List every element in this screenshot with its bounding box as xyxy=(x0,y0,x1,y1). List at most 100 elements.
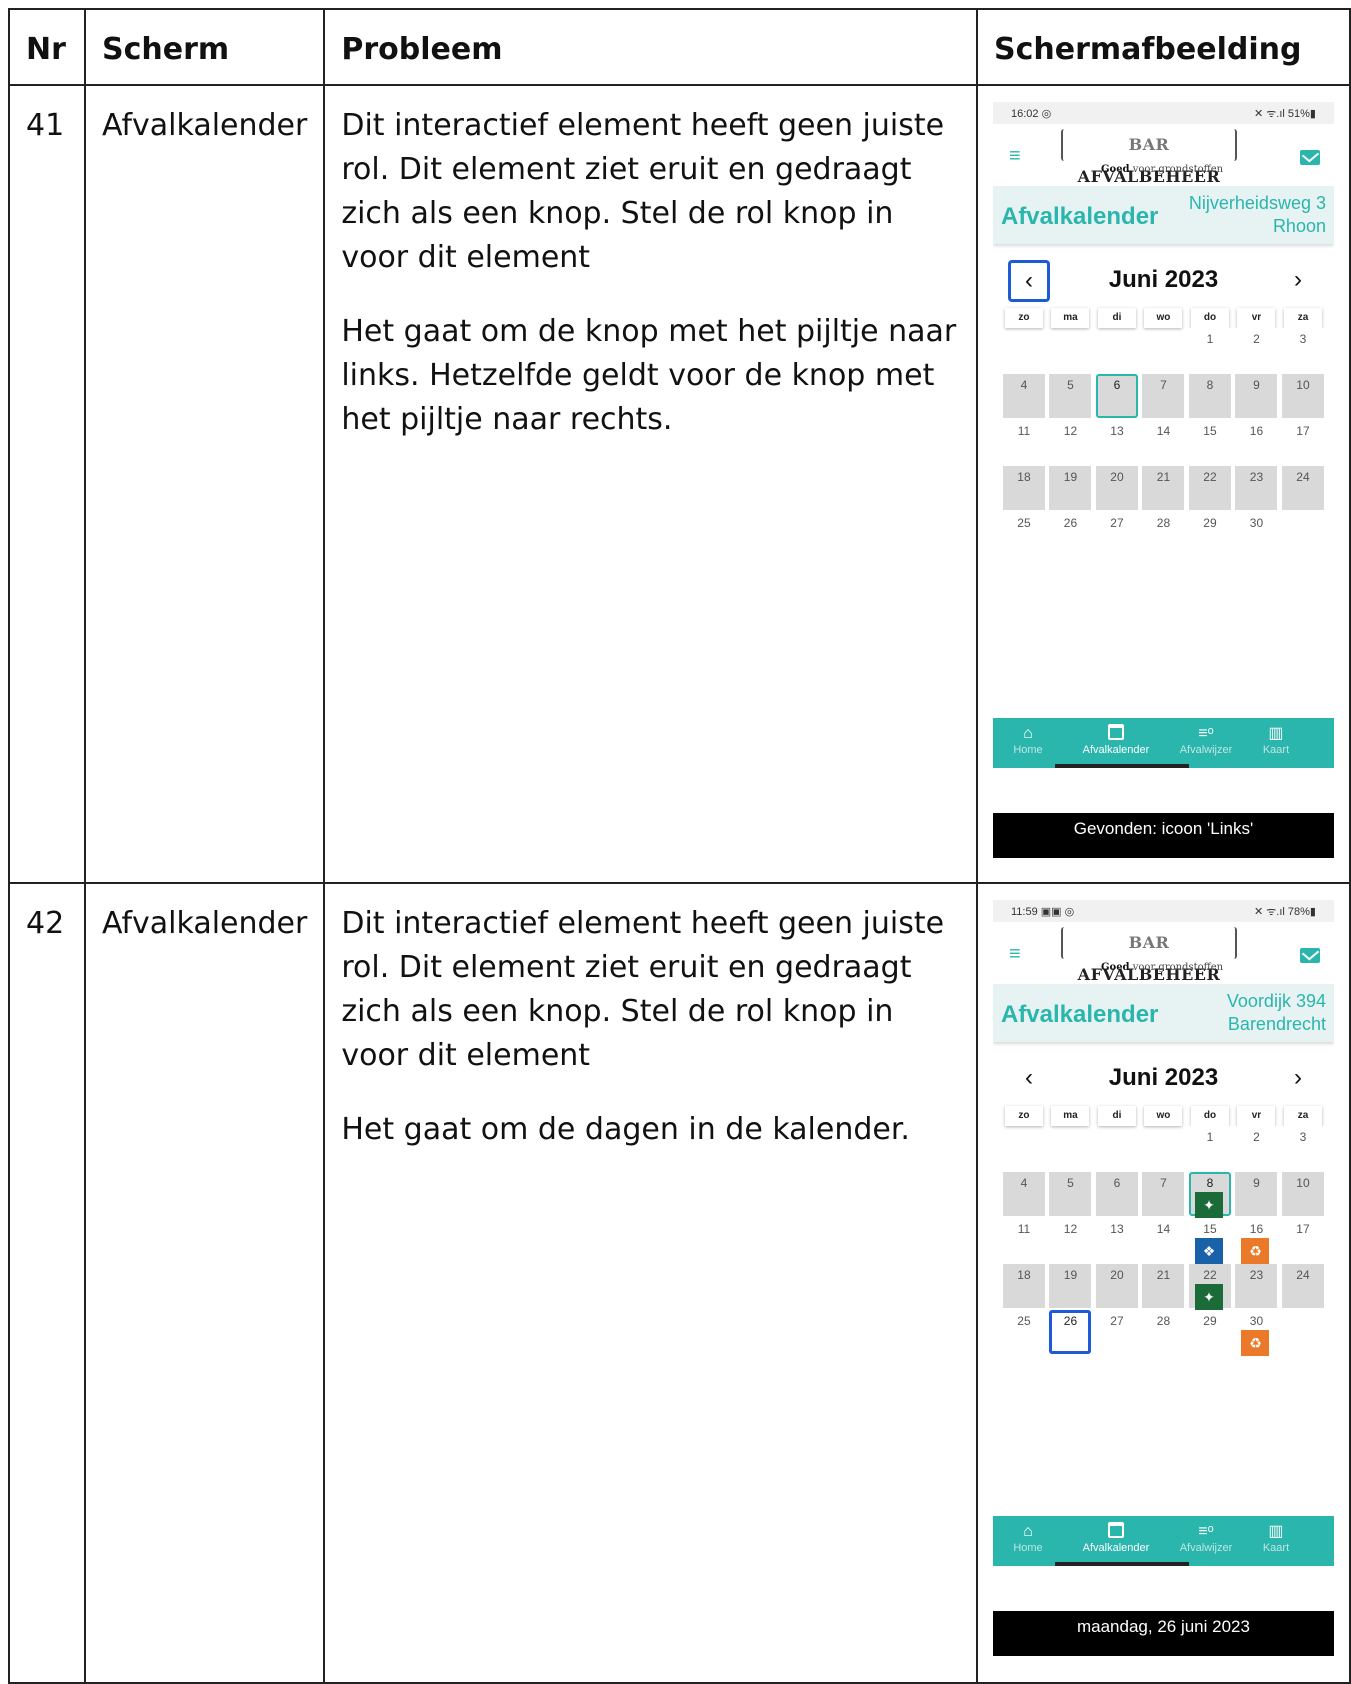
menu-icon[interactable]: ≡ xyxy=(1009,146,1021,166)
calendar-day[interactable]: 8 ✦ xyxy=(1188,1172,1231,1218)
row-nr: 42 xyxy=(8,882,86,1684)
calendar-day[interactable]: 21 xyxy=(1142,466,1185,510)
weekday-header: wo xyxy=(1144,308,1183,328)
calendar-day[interactable]: 3 xyxy=(1281,328,1324,372)
nav-home[interactable]: ⌂ Home xyxy=(993,1522,1063,1554)
calendar-day[interactable]: 29 xyxy=(1188,1310,1231,1354)
calendar-day[interactable]: 22 xyxy=(1188,466,1231,510)
map-icon: ▥ xyxy=(1268,1523,1284,1540)
menu-icon[interactable]: ≡ xyxy=(1009,944,1021,964)
nav-kaart[interactable]: ▥ Kaart xyxy=(1241,724,1311,756)
calendar-day[interactable]: 1 xyxy=(1188,328,1231,372)
calendar-day[interactable]: 5 xyxy=(1049,1172,1092,1216)
weekday-header: vr xyxy=(1237,1106,1276,1126)
calendar-day[interactable]: 13 xyxy=(1095,420,1138,464)
calendar-day[interactable]: 4 xyxy=(1002,1172,1045,1216)
calendar-day[interactable]: 15 ❖ xyxy=(1188,1218,1231,1264)
nav-indicator xyxy=(1054,1562,1189,1566)
calendar-day[interactable]: 24 xyxy=(1281,1264,1324,1308)
calendar-day[interactable]: 9 xyxy=(1235,374,1278,418)
calendar-day[interactable]: 11 xyxy=(1002,1218,1045,1262)
calendar-day[interactable]: 11 xyxy=(1002,420,1045,464)
gft-icon: ✦ xyxy=(1194,1284,1223,1310)
next-month-button[interactable]: › xyxy=(1277,1058,1319,1100)
calendar-day[interactable]: 6 xyxy=(1095,374,1138,418)
calendar-day[interactable]: 24 xyxy=(1281,466,1324,510)
calendar-day[interactable]: 16 xyxy=(1235,420,1278,464)
calendar-day[interactable]: 25 xyxy=(1002,1310,1045,1354)
calendar-day[interactable]: 7 xyxy=(1142,374,1185,418)
app-header: ≡ BAR AFVALBEHEER Goed voor grondstoffen xyxy=(992,922,1334,984)
calendar-day[interactable]: 12 xyxy=(1049,1218,1092,1262)
calendar-day[interactable]: 26 xyxy=(1049,512,1092,556)
header-row: Nr Scherm Probleem Schermafbeelding xyxy=(8,8,1351,86)
calendar-day[interactable]: 20 xyxy=(1095,1264,1138,1308)
calendar-day[interactable]: 20 xyxy=(1095,466,1138,510)
calendar-day[interactable]: 10 xyxy=(1281,1172,1324,1216)
row-probleem: Dit interactief element heeft geen juist… xyxy=(323,882,978,1684)
home-icon: ⌂ xyxy=(1023,1523,1033,1540)
mail-icon[interactable] xyxy=(1299,150,1320,165)
weekday-header: di xyxy=(1097,308,1136,328)
calendar-day[interactable]: 23 xyxy=(1235,1264,1278,1308)
bottom-nav: ⌂ Home Afvalkalender ≡ᵒ Afvalwijzer ▥ Kaart xyxy=(992,718,1334,768)
calendar-day[interactable]: 23 xyxy=(1235,466,1278,510)
calendar-day[interactable]: 9 xyxy=(1235,1172,1278,1216)
calendar-day[interactable]: 16 ♻ xyxy=(1235,1218,1278,1264)
calendar-day[interactable]: 28 xyxy=(1142,1310,1185,1354)
calendar-day[interactable]: 14 xyxy=(1142,420,1185,464)
calendar-day[interactable]: 15 xyxy=(1188,420,1231,464)
nav-afvalkalender[interactable]: Afvalkalender xyxy=(1081,724,1151,756)
calendar-day[interactable]: 5 xyxy=(1049,374,1092,418)
calendar-day[interactable]: 6 xyxy=(1095,1172,1138,1216)
calendar-day[interactable]: 29 xyxy=(1188,512,1231,556)
calendar-day[interactable]: 19 xyxy=(1049,466,1092,510)
calendar-day[interactable]: 2 xyxy=(1235,328,1278,372)
bottom-nav: ⌂ Home Afvalkalender ≡ᵒ Afvalwijzer ▥ Kaart xyxy=(992,1516,1334,1566)
calendar-day[interactable]: 2 xyxy=(1235,1126,1278,1170)
calendar-day[interactable]: 17 xyxy=(1281,1218,1324,1262)
search-list-icon: ≡ᵒ xyxy=(1198,725,1214,742)
calendar-day[interactable]: 3 xyxy=(1281,1126,1324,1170)
mail-icon[interactable] xyxy=(1299,948,1320,963)
calendar-day[interactable]: 28 xyxy=(1142,512,1185,556)
weekday-header: do xyxy=(1190,1106,1229,1126)
nav-kaart[interactable]: ▥ Kaart xyxy=(1241,1522,1311,1554)
calendar-day[interactable]: 30 xyxy=(1235,512,1278,556)
calendar-day[interactable]: 7 xyxy=(1142,1172,1185,1216)
calendar-day[interactable]: 27 xyxy=(1095,1310,1138,1354)
calendar-day[interactable]: 25 xyxy=(1002,512,1045,556)
calendar-day[interactable]: 19 xyxy=(1049,1264,1092,1308)
calendar-day[interactable]: 8 xyxy=(1188,374,1231,418)
address: Nijverheidsweg 3 Rhoon xyxy=(1188,193,1326,236)
issues-table: Nr Scherm Probleem Schermafbeelding 4 1 A… xyxy=(8,8,1351,1684)
nav-afvalwijzer[interactable]: ≡ᵒ Afvalwijzer xyxy=(1171,724,1241,756)
header-scherm: Scherm xyxy=(83,8,326,86)
calendar-day[interactable]: 18 xyxy=(1002,466,1045,510)
table-row: 41 Afvalkalender Dit interactief element… xyxy=(8,84,1351,884)
calendar-day[interactable]: 1 xyxy=(1188,1126,1231,1170)
next-month-button[interactable]: › xyxy=(1277,260,1319,302)
nav-afvalkalender[interactable]: Afvalkalender xyxy=(1081,1522,1151,1554)
calendar-day[interactable]: 21 xyxy=(1142,1264,1185,1308)
calendar-day[interactable]: 14 xyxy=(1142,1218,1185,1262)
status-bar: 11:59 ▣▣ ◎ ✕ ᯤ.ıl 78%▮ xyxy=(992,900,1334,922)
calendar-day[interactable]: 30 ♻ xyxy=(1235,1310,1278,1356)
calendar-day[interactable]: 17 xyxy=(1281,420,1324,464)
weekday-header: di xyxy=(1097,1106,1136,1126)
calendar-day[interactable]: 26 xyxy=(1049,1310,1092,1354)
page-title: Afvalkalender xyxy=(1000,1001,1159,1028)
calendar-day[interactable]: 22 ✦ xyxy=(1188,1264,1231,1310)
weekday-header: wo xyxy=(1144,1106,1183,1126)
calendar-day[interactable]: 10 xyxy=(1281,374,1324,418)
calendar-day[interactable]: 18 xyxy=(1002,1264,1045,1308)
nav-afvalwijzer[interactable]: ≡ᵒ Afvalwijzer xyxy=(1171,1522,1241,1554)
calendar-day[interactable]: 27 xyxy=(1095,512,1138,556)
calendar-day[interactable]: 13 xyxy=(1095,1218,1138,1262)
calendar-day[interactable]: 12 xyxy=(1049,420,1092,464)
calendar-day[interactable]: 4 xyxy=(1002,374,1045,418)
status-bar: 16:02 ◎ ✕ ᯤ.ıl 51%▮ xyxy=(992,102,1334,124)
header-probleem: Probleem xyxy=(323,8,978,86)
problem-detail: Het gaat om de knop met het pijltje naar… xyxy=(341,314,957,437)
nav-home[interactable]: ⌂ Home xyxy=(993,724,1063,756)
